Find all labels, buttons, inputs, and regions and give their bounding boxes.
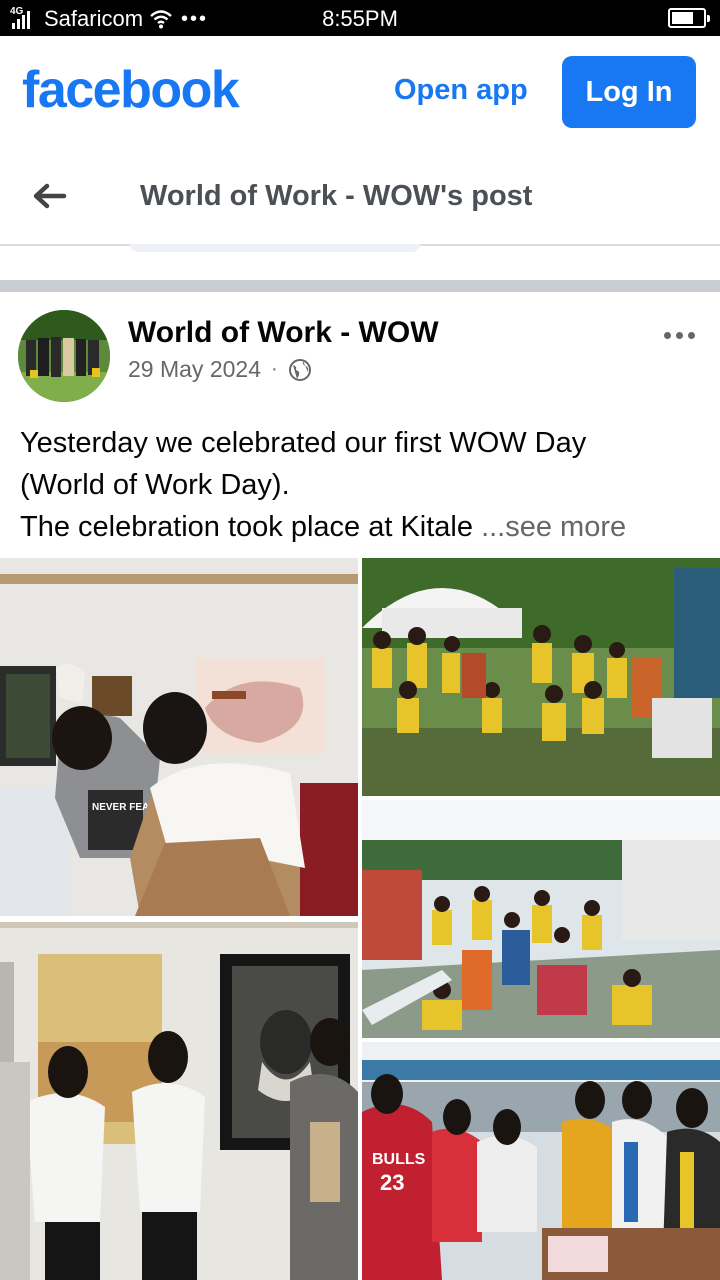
post-text-line-3: The celebration took place at Kitale — [20, 511, 473, 543]
app-header: facebook Open app Log In — [0, 36, 720, 154]
facebook-logo[interactable]: facebook — [22, 60, 240, 120]
post-author[interactable]: World of Work - WOW — [128, 316, 439, 350]
post-photo-4[interactable] — [362, 800, 720, 1038]
post-date[interactable]: 29 May 2024 — [128, 356, 261, 383]
post-text-line: Yesterday we celebrated our first WOW Da… — [20, 427, 587, 459]
post-photo-5[interactable]: BULLS 23 — [362, 1042, 720, 1280]
jersey-number: 23 — [380, 1170, 404, 1195]
more-options-icon[interactable] — [664, 332, 695, 339]
post-photo-3[interactable] — [0, 922, 358, 1280]
post-text-line: (World of Work Day). — [20, 469, 290, 501]
post-meta: 29 May 2024 · — [128, 356, 312, 383]
status-bar: 4G Safaricom ••• 8:55PM — [0, 0, 720, 36]
meta-separator: · — [270, 358, 278, 380]
post-photo-2[interactable] — [362, 558, 720, 796]
section-separator — [0, 280, 720, 292]
avatar[interactable] — [18, 310, 110, 402]
page-title: World of Work - WOW's post — [140, 180, 533, 212]
post-photo-1[interactable]: NEVER FEAR — [0, 558, 358, 916]
comment-pill-edge — [130, 244, 420, 252]
post-body: Yesterday we celebrated our first WOW Da… — [20, 422, 710, 548]
status-time: 8:55PM — [322, 6, 398, 31]
post-title-bar: World of Work - WOW's post — [0, 154, 720, 244]
open-app-button[interactable]: Open app — [394, 74, 528, 107]
battery-icon — [668, 8, 710, 28]
post-text-line: The celebration took place at Kitale ...… — [20, 506, 710, 548]
jersey-text: BULLS — [372, 1151, 426, 1168]
back-arrow-icon[interactable] — [28, 174, 72, 218]
globe-icon — [288, 358, 311, 381]
see-more-link[interactable]: ...see more — [481, 511, 626, 543]
log-in-button[interactable]: Log In — [562, 56, 696, 128]
